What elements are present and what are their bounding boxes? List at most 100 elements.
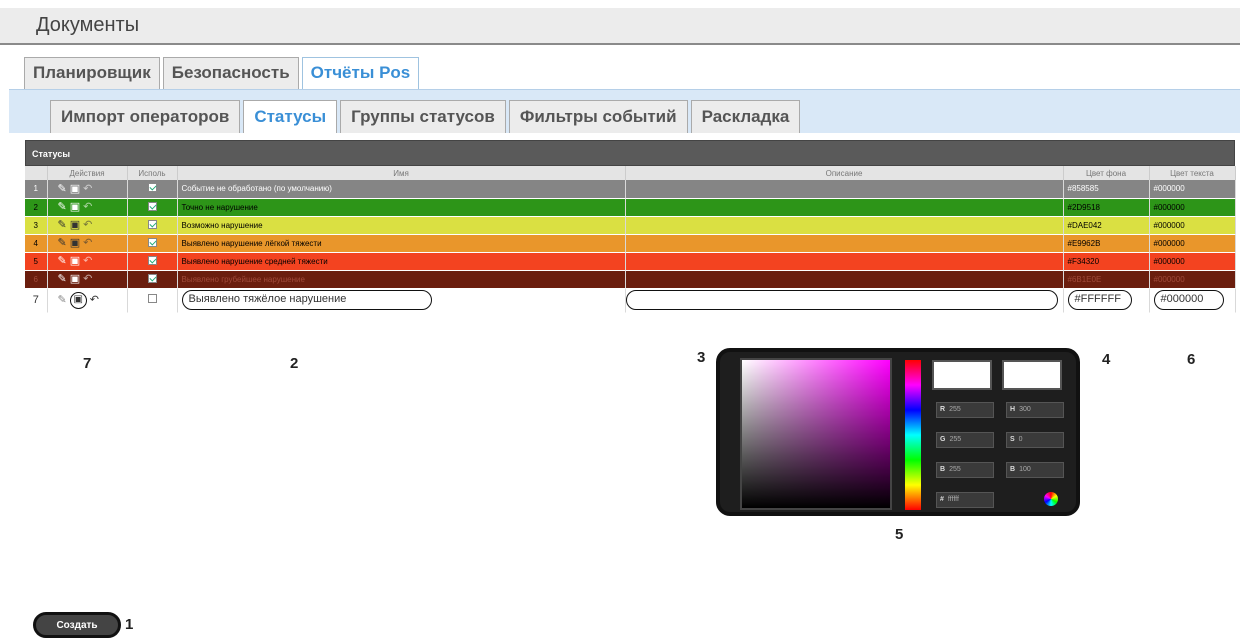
used-checkbox[interactable]	[147, 294, 157, 303]
tab-event-filters[interactable]: Фильтры событий	[508, 100, 688, 133]
create-button[interactable]: Создать	[33, 612, 121, 638]
undo-icon[interactable]: ↶	[83, 201, 92, 213]
save-icon[interactable]: ▣	[70, 237, 80, 249]
callout-5: 5	[895, 526, 904, 543]
hue-slider[interactable]	[905, 360, 921, 510]
table-row[interactable]: 2 ✎ ▣ ↶ Точно не нарушение #2D9518 #000000	[25, 198, 1236, 217]
undo-icon[interactable]: ↶	[90, 294, 99, 306]
col-header-description: Описание	[625, 166, 1064, 180]
row-actions: ✎ ▣ ↶	[47, 198, 128, 217]
used-checkbox[interactable]	[147, 255, 157, 265]
save-icon[interactable]: ▣	[70, 273, 80, 285]
table-row[interactable]: 4 ✎ ▣ ↶ Выявлено нарушение лёгкой тяжести…	[25, 234, 1236, 253]
row-used	[127, 198, 178, 217]
hex-field[interactable]: # ffffff	[936, 492, 994, 508]
row-bg-color: #DAE042	[1063, 216, 1150, 235]
row-text-color: #000000	[1149, 252, 1236, 271]
row-used	[127, 234, 178, 253]
used-checkbox[interactable]	[147, 201, 157, 211]
current-color-swatch[interactable]	[1002, 360, 1062, 390]
undo-icon[interactable]: ↶	[83, 273, 92, 285]
red-field[interactable]: R 255	[936, 402, 994, 418]
table-row[interactable]: 3 ✎ ▣ ↶ Возможно нарушение #DAE042 #000000	[25, 216, 1236, 235]
row-description	[625, 180, 1064, 199]
blue-field[interactable]: B 255	[936, 462, 994, 478]
undo-icon[interactable]: ↶	[83, 183, 92, 195]
pencil-icon[interactable]: ✎	[58, 219, 67, 231]
pencil-icon[interactable]: ✎	[58, 273, 67, 285]
pencil-icon[interactable]: ✎	[58, 294, 67, 306]
description-input[interactable]	[625, 290, 1058, 310]
row-text-color: #000000	[1149, 270, 1236, 289]
used-checkbox[interactable]	[147, 219, 157, 229]
used-checkbox[interactable]	[147, 183, 157, 193]
sub-tabs: Импорт операторов Статусы Группы статусо…	[50, 100, 801, 133]
save-icon[interactable]: ▣	[69, 291, 87, 309]
row-description	[625, 216, 1064, 235]
row-name: Точно не нарушение	[177, 198, 626, 217]
undo-icon[interactable]: ↶	[83, 219, 92, 231]
bg-color-input[interactable]: #FFFFFF	[1067, 290, 1132, 310]
table-row[interactable]: 5 ✎ ▣ ↶ Выявлено нарушение средней тяжест…	[25, 252, 1236, 271]
col-header-text-color: Цвет текста	[1149, 166, 1236, 180]
pencil-icon[interactable]: ✎	[58, 237, 67, 249]
tab-pos-reports[interactable]: Отчёты Pos	[301, 57, 420, 89]
used-checkbox[interactable]	[147, 237, 157, 247]
row-actions: ✎ ▣ ↶	[47, 180, 128, 199]
name-input[interactable]: Выявлено тяжёлое нарушение	[181, 290, 432, 310]
table-header-row: Действия Исполь Имя Описание Цвет фона Ц…	[25, 166, 1236, 180]
row-bg-color: #858585	[1063, 180, 1150, 199]
tab-security[interactable]: Безопасность	[162, 57, 299, 89]
table-row[interactable]: 1 ✎ ▣ ↶ Событие не обработано (по умолчан…	[25, 180, 1236, 199]
pencil-icon[interactable]: ✎	[58, 201, 67, 213]
hue-field[interactable]: H 300	[1006, 402, 1064, 418]
callout-4: 4	[1102, 351, 1111, 368]
top-tabs: Планировщик Безопасность Отчёты Pos	[24, 57, 420, 89]
tab-scheduler[interactable]: Планировщик	[24, 57, 160, 89]
new-color-swatch	[932, 360, 992, 390]
row-number: 1	[25, 180, 48, 199]
text-color-input[interactable]: #000000	[1153, 290, 1224, 310]
tab-import-operators[interactable]: Импорт операторов	[50, 100, 241, 133]
green-field[interactable]: G 255	[936, 432, 994, 448]
save-icon[interactable]: ▣	[70, 183, 80, 195]
col-header-name: Имя	[177, 166, 626, 180]
row-number: 7	[25, 288, 48, 313]
pencil-icon[interactable]: ✎	[58, 255, 67, 267]
callout-1: 1	[125, 616, 134, 633]
saturation-value-area[interactable]	[740, 358, 892, 510]
table-row[interactable]: 6 ✎ ▣ ↶ Выявлено грубейшее нарушение #6B1E…	[25, 270, 1236, 289]
row-number: 5	[25, 252, 48, 271]
page-header: Документы	[0, 8, 1240, 45]
row-fg-cell: #000000	[1149, 288, 1236, 313]
pencil-icon[interactable]: ✎	[58, 183, 67, 195]
row-description-cell	[625, 288, 1064, 313]
color-wheel-icon[interactable]	[1044, 492, 1058, 506]
tab-layout[interactable]: Раскладка	[690, 100, 801, 133]
row-description	[625, 270, 1064, 289]
undo-icon[interactable]: ↶	[83, 255, 92, 267]
row-used	[127, 216, 178, 235]
page-title: Документы	[36, 14, 140, 36]
row-bg-cell: #FFFFFF	[1063, 288, 1150, 313]
color-picker: R 255 H 300 G 255 S0 B 255 B 100 # ffffff	[716, 348, 1080, 516]
row-name: Выявлено нарушение средней тяжести	[177, 252, 626, 271]
saturation-field[interactable]: S0	[1006, 432, 1064, 448]
col-header-bg-color: Цвет фона	[1063, 166, 1150, 180]
row-name: Выявлено грубейшее нарушение	[177, 270, 626, 289]
tab-status-groups[interactable]: Группы статусов	[340, 100, 506, 133]
col-header-num	[25, 166, 48, 180]
callout-2: 2	[290, 355, 299, 372]
row-number: 2	[25, 198, 48, 217]
undo-icon[interactable]: ↶	[83, 237, 92, 249]
used-checkbox[interactable]	[147, 273, 157, 283]
save-icon[interactable]: ▣	[70, 255, 80, 267]
callout-3: 3	[697, 349, 706, 366]
brightness-field[interactable]: B 100	[1006, 462, 1064, 478]
tab-statuses[interactable]: Статусы	[243, 100, 338, 133]
row-description	[625, 198, 1064, 217]
row-text-color: #000000	[1149, 216, 1236, 235]
save-icon[interactable]: ▣	[70, 201, 80, 213]
statuses-grid: Статусы Действия Исполь Имя Описание Цве…	[25, 140, 1236, 313]
save-icon[interactable]: ▣	[70, 219, 80, 231]
